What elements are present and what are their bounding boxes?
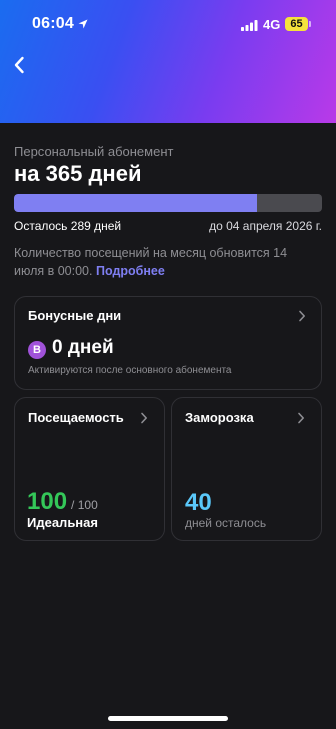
bonus-badge-icon: B [28,341,46,359]
freeze-days-value: 40 [185,489,212,516]
location-arrow-icon [78,19,88,29]
freeze-title: Заморозка [185,410,254,425]
cellular-signal-icon [241,20,258,31]
battery-level: 65 [290,18,303,30]
bonus-badge-letter: B [33,344,41,356]
chevron-left-icon [14,56,24,74]
visits-notice: Количество посещений на месяц обновится … [14,244,314,280]
status-time: 06:04 [32,15,74,32]
chevron-right-icon [298,412,304,424]
back-button[interactable] [6,52,32,78]
attendance-score: 100/ 100 [27,488,98,516]
expiry-date: до 04 апреля 2026 г. [209,219,322,233]
chevron-right-icon [141,412,147,424]
bonus-days-note: Активируются после основного абонемента [28,365,232,376]
attendance-label: Идеальная [27,515,98,530]
progress-fill [14,194,258,212]
battery-indicator: 65 [285,17,308,31]
attendance-total: / 100 [71,498,98,512]
subscription-title: на 365 дней [14,161,142,186]
bonus-days-title: Бонусные дни [28,308,122,323]
more-link[interactable]: Подробнее [96,264,165,278]
days-remaining: Осталось 289 дней [14,219,122,233]
bonus-days-value: 0 дней [52,337,114,358]
attendance-value: 100 [27,488,68,515]
attendance-title: Посещаемость [28,410,124,425]
subscription-progress-bar [14,194,322,212]
bonus-days-card[interactable]: Бонусные дни B 0 дней Активируются после… [14,296,322,390]
freeze-days-label: дней осталось [185,516,267,530]
chevron-right-icon [299,310,305,322]
network-type: 4G [263,17,281,32]
subscription-subtitle: Персональный абонемент [14,144,174,159]
home-indicator[interactable] [108,716,228,721]
battery-tip [309,21,311,27]
status-bar: 06:04 4G 65 [0,0,336,50]
header-gradient: 06:04 4G 65 [0,0,336,123]
